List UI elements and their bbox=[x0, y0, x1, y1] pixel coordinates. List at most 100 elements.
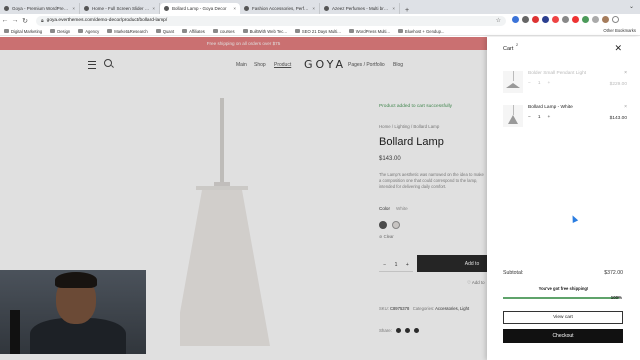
bookmark-label: BuiltWith Web Tec... bbox=[249, 28, 287, 34]
subtotal-value: $372.00 bbox=[604, 270, 623, 276]
close-tab-icon[interactable]: × bbox=[392, 6, 395, 11]
close-tab-icon[interactable]: × bbox=[152, 6, 155, 11]
bookmark-folder[interactable]: Quant bbox=[155, 28, 175, 34]
tab-favicon-icon bbox=[324, 6, 329, 11]
tab-title: Fashion Accessories, Perfume bbox=[252, 6, 311, 11]
forward-arrow-icon[interactable]: → bbox=[10, 17, 20, 24]
bookmark-folder[interactable]: Design bbox=[50, 29, 70, 34]
cart-item-thumbnail[interactable] bbox=[503, 71, 523, 93]
cart-drawer: Cart 2 ✕ Bolder Small Pendant Light − 1 … bbox=[487, 37, 640, 360]
qty-plus-button[interactable]: + bbox=[547, 115, 550, 120]
extension-icon[interactable] bbox=[512, 16, 519, 23]
browser-tab[interactable]: Fashion Accessories, Perfume × bbox=[240, 3, 320, 14]
bookmark-folder[interactable]: Digital Marketing bbox=[4, 29, 42, 34]
bookmark-label: SEO 21 Days Multi... bbox=[301, 28, 341, 34]
bookmark-link[interactable]: SEO 21 Days Multi... bbox=[294, 28, 341, 34]
extension-icon[interactable] bbox=[572, 16, 579, 23]
qty-minus-button[interactable]: − bbox=[528, 81, 531, 86]
cart-item-name[interactable]: Bolder Small Pendant Light bbox=[528, 71, 586, 76]
close-icon[interactable]: ✕ bbox=[614, 43, 622, 54]
address-bar[interactable]: 🔒︎ goya.everthemes.com/demo-decor/produc… bbox=[36, 15, 506, 26]
cart-item: Bollard Lamp - White − 1 + × $143.00 bbox=[503, 104, 627, 131]
folder-icon bbox=[182, 29, 188, 33]
cart-item-thumbnail[interactable] bbox=[503, 105, 523, 127]
bookmark-label: Quant bbox=[162, 28, 175, 34]
cart-count-badge: 2 bbox=[516, 43, 519, 47]
bookmark-link[interactable]: WordPress Multi... bbox=[348, 28, 390, 34]
tab-favicon-icon bbox=[4, 6, 9, 11]
qty-value[interactable]: 1 bbox=[538, 81, 541, 86]
folder-icon bbox=[50, 29, 56, 33]
bookmark-link[interactable]: BuiltWith Web Tec... bbox=[242, 28, 287, 34]
browser-tab[interactable]: Goya - Premium WordPress Th × bbox=[0, 3, 80, 14]
reload-icon[interactable]: ↻ bbox=[20, 17, 30, 25]
extension-icon[interactable] bbox=[562, 16, 569, 23]
site-favicon-icon bbox=[294, 29, 300, 33]
tab-title: Azeez Perfumes - Multi brand bbox=[332, 6, 391, 11]
menu-dots-icon[interactable] bbox=[612, 16, 619, 23]
bookmark-label: Bluehost + Gendup... bbox=[404, 28, 445, 34]
tab-title: Bollard Lamp - Goya Decor bbox=[172, 6, 227, 11]
profile-avatar[interactable] bbox=[602, 16, 609, 23]
bookmark-folder[interactable]: courses bbox=[212, 28, 235, 34]
browser-tab[interactable]: Home - Full Screen Slider - G × bbox=[80, 3, 160, 14]
browser-toolbar: ← → ↻ 🔒︎ goya.everthemes.com/demo-decor/… bbox=[0, 14, 640, 27]
tab-title: Home - Full Screen Slider - G bbox=[92, 6, 151, 11]
site-favicon-icon bbox=[242, 29, 248, 33]
cart-item-price: $229.00 bbox=[609, 82, 627, 87]
tab-search-chevron-icon[interactable]: ⌄ bbox=[629, 3, 634, 10]
cart-item-price: $143.00 bbox=[609, 116, 627, 121]
extension-icon[interactable] bbox=[552, 16, 559, 23]
close-tab-icon[interactable]: × bbox=[312, 6, 315, 11]
checkout-button[interactable]: Checkout bbox=[503, 329, 623, 343]
other-bookmarks[interactable]: Other Bookmarks bbox=[603, 28, 636, 33]
lock-icon: 🔒︎ bbox=[41, 17, 44, 24]
bookmark-label: Affiliates bbox=[189, 28, 205, 34]
cart-item-qty: − 1 + bbox=[528, 115, 550, 120]
shipping-progress-percent: 100% bbox=[610, 295, 622, 300]
qty-minus-button[interactable]: − bbox=[528, 115, 531, 120]
back-arrow-icon[interactable]: ← bbox=[0, 17, 10, 24]
tab-title: Goya - Premium WordPress Th bbox=[12, 6, 71, 11]
microphone bbox=[10, 310, 20, 354]
bookmark-folder[interactable]: Affiliates bbox=[182, 29, 205, 34]
close-tab-icon[interactable]: × bbox=[233, 6, 236, 11]
cart-item: Bolder Small Pendant Light − 1 + × $229.… bbox=[503, 70, 627, 97]
free-shipping-message: You've got free shipping! bbox=[538, 286, 589, 291]
extension-icon[interactable] bbox=[542, 16, 549, 23]
close-tab-icon[interactable]: × bbox=[72, 6, 75, 11]
bookmark-folder[interactable]: Agency bbox=[78, 29, 99, 34]
tab-favicon-icon bbox=[84, 6, 89, 11]
bookmark-label: courses bbox=[219, 28, 235, 34]
extension-icon[interactable] bbox=[532, 16, 539, 23]
cart-title: Cart bbox=[503, 46, 514, 52]
qty-plus-button[interactable]: + bbox=[547, 81, 550, 86]
bookmark-link[interactable]: Bluehost + Gendup... bbox=[397, 28, 445, 34]
extensions-bar bbox=[512, 16, 619, 23]
puzzle-icon[interactable] bbox=[592, 16, 599, 23]
tab-favicon-icon bbox=[164, 6, 169, 11]
presenter-hair bbox=[55, 272, 97, 288]
view-cart-button[interactable]: View cart bbox=[503, 311, 623, 324]
bookmark-label: WordPress Multi... bbox=[355, 28, 390, 34]
bookmark-label: Digital Marketing bbox=[11, 28, 43, 34]
remove-item-icon[interactable]: × bbox=[624, 104, 627, 110]
remove-item-icon[interactable]: × bbox=[624, 70, 627, 76]
new-tab-button[interactable]: + bbox=[402, 7, 412, 14]
extension-icon[interactable] bbox=[522, 16, 529, 23]
subtotal-label: Subtotal: bbox=[503, 270, 524, 276]
bookmark-label: Design bbox=[57, 28, 71, 34]
cart-item-name[interactable]: Bollard Lamp - White bbox=[528, 105, 573, 110]
folder-icon bbox=[212, 29, 218, 33]
browser-tab[interactable]: Azeez Perfumes - Multi brand × bbox=[320, 3, 400, 14]
cart-item-qty: − 1 + bbox=[528, 81, 550, 86]
qty-value[interactable]: 1 bbox=[538, 115, 541, 120]
folder-icon bbox=[155, 29, 161, 33]
bookmark-star-icon[interactable]: ☆ bbox=[496, 17, 501, 24]
site-favicon-icon bbox=[397, 29, 403, 33]
tab-favicon-icon bbox=[244, 6, 249, 11]
extension-icon[interactable] bbox=[582, 16, 589, 23]
url-text: goya.everthemes.com/demo-decor/product/b… bbox=[46, 18, 168, 23]
browser-tab-active[interactable]: Bollard Lamp - Goya Decor × bbox=[160, 3, 240, 14]
bookmark-folder[interactable]: Market&Research bbox=[107, 29, 148, 34]
